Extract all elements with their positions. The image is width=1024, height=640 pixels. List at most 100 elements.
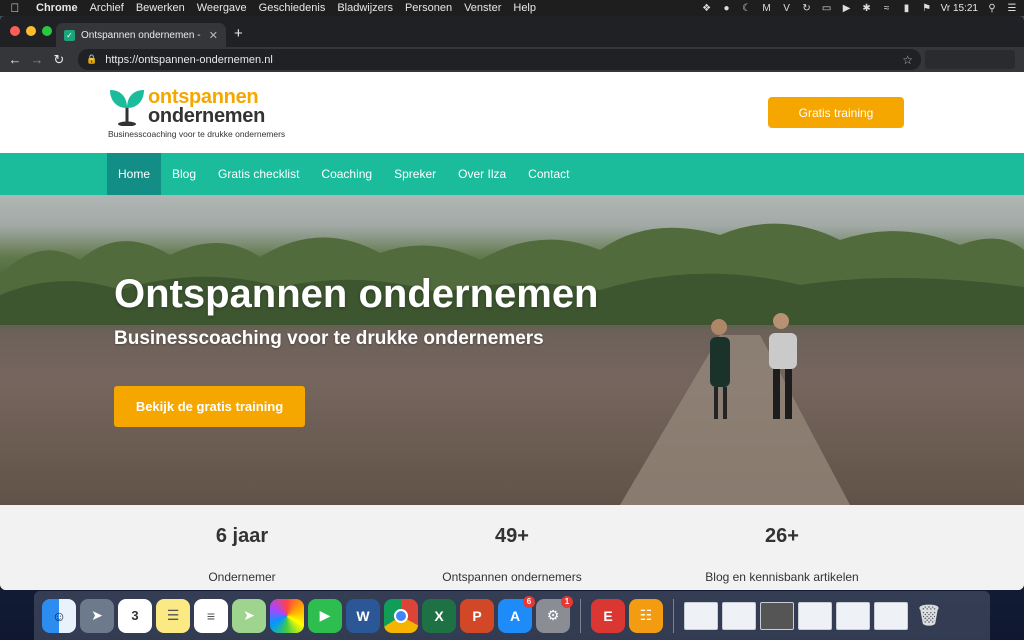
nav-contact[interactable]: Contact	[517, 153, 580, 195]
system-preferences-icon[interactable]: ⚙ 1	[536, 595, 573, 633]
vpn-icon[interactable]: V	[781, 3, 793, 14]
maps-icon[interactable]: ➤	[232, 598, 266, 633]
menu-help[interactable]: Help	[507, 0, 542, 16]
word-icon[interactable]: W	[346, 598, 380, 633]
tab-title: Ontspannen ondernemen - Bus	[81, 29, 203, 41]
browser-tab-active[interactable]: ✓ Ontspannen ondernemen - Bus ✕	[56, 23, 226, 47]
menu-venster[interactable]: Venster	[458, 0, 507, 16]
calendar-day: 3	[131, 608, 139, 623]
nav-coaching[interactable]: Coaching	[310, 153, 383, 195]
tab-close-icon[interactable]: ✕	[209, 29, 218, 42]
flag-nl-icon[interactable]: ⚑	[921, 3, 933, 14]
minimized-window-thumbnail[interactable]	[722, 601, 756, 630]
stat-ondernemer: 6 jaar Ondernemer	[132, 505, 352, 584]
malwarebytes-icon[interactable]: M	[761, 3, 773, 14]
chrome-icon[interactable]	[384, 598, 418, 633]
trash-icon[interactable]: 🗑	[912, 599, 946, 633]
address-bar-url[interactable]: https://ontspannen-ondernemen.nl	[105, 54, 902, 66]
minimized-window-thumbnail[interactable]	[684, 601, 718, 630]
minimized-window-thumbnail[interactable]	[874, 601, 908, 630]
calendar-icon[interactable]: 3	[118, 598, 152, 633]
stat-number: 6 jaar	[215, 525, 269, 547]
minimized-window-thumbnail[interactable]	[836, 601, 870, 630]
menu-bewerken[interactable]: Bewerken	[130, 0, 191, 16]
tab-strip: ✓ Ontspannen ondernemen - Bus ✕ +	[0, 16, 1024, 47]
notes-icon[interactable]: ☰	[156, 598, 190, 633]
expressvpn-icon[interactable]: E	[591, 598, 625, 633]
wifi-icon[interactable]: ≈	[881, 3, 893, 14]
forward-icon[interactable]: →	[26, 52, 48, 67]
books-icon[interactable]: ☷	[629, 598, 663, 633]
macos-dock: ☺ ➤ 3 ☰ ≡ ➤ ▶ W X P A6 ⚙ 1 E ☷ 🗑	[34, 591, 990, 640]
zoom-window-button[interactable]	[42, 26, 52, 36]
site-logo[interactable]: ontspannen ondernemen Businesscoaching v…	[108, 86, 288, 142]
extensions-area[interactable]	[925, 50, 1015, 69]
logo-text-line2: ondernemen	[148, 105, 266, 127]
stat-ontspannen-ondernemers: 49+ Ontspannen ondernemers	[402, 505, 622, 584]
system-preferences-badge: 1	[561, 595, 573, 608]
stat-label: Blog en kennisbank artikelen	[705, 570, 859, 584]
nav-home[interactable]: Home	[107, 153, 162, 195]
address-bar[interactable]: 🔒 https://ontspannen-ondernemen.nl ☆	[78, 49, 921, 70]
close-window-button[interactable]	[10, 26, 20, 36]
minimize-window-button[interactable]	[26, 26, 36, 36]
menubar-status-area: ❖ ● ☾ M V ↻ ▭ ▶ ✱ ≈ ▮ ⚑ Vr 15:21 ⚲ ☰	[701, 0, 1018, 16]
back-icon[interactable]: ←	[4, 52, 26, 67]
lock-icon[interactable]: 🔒	[86, 54, 97, 65]
hero-title: Ontspannen ondernemen	[114, 272, 599, 316]
facetime-icon[interactable]: ▶	[308, 598, 342, 633]
hero-overlay	[0, 195, 1024, 505]
stat-label: Ontspannen ondernemers	[442, 570, 582, 584]
apple-menu-icon[interactable]: 	[0, 1, 30, 15]
excel-icon[interactable]: X	[422, 598, 456, 633]
battery-icon[interactable]: ▮	[901, 3, 913, 14]
nav-over-ilza[interactable]: Over Ilza	[447, 153, 517, 195]
stat-number: 26+	[765, 525, 799, 547]
logo-tagline: Businesscoaching voor te drukke ondernem…	[108, 129, 286, 139]
minimized-window-thumbnail[interactable]	[760, 601, 794, 630]
stat-label: Ondernemer	[208, 570, 276, 584]
hero-section: Ontspannen ondernemen Businesscoaching v…	[0, 195, 1024, 505]
app-store-icon[interactable]: A6	[498, 595, 535, 633]
hero-subtitle: Businesscoaching voor te drukke ondernem…	[114, 328, 544, 349]
launchpad-icon[interactable]: ➤	[80, 598, 114, 633]
window-controls	[10, 26, 52, 36]
reload-icon[interactable]: ↻	[48, 52, 70, 68]
spotlight-search-icon[interactable]: ⚲	[986, 3, 998, 14]
menubar-clock[interactable]: Vr 15:21	[941, 3, 978, 14]
menu-app-name[interactable]: Chrome	[30, 0, 84, 16]
powerpoint-icon[interactable]: P	[460, 598, 494, 633]
minimized-window-thumbnail[interactable]	[798, 601, 832, 630]
nav-spreker[interactable]: Spreker	[383, 153, 447, 195]
menu-bladwijzers[interactable]: Bladwijzers	[331, 0, 399, 16]
macos-menubar:  Chrome Archief Bewerken Weergave Gesch…	[0, 0, 1024, 16]
menu-geschiedenis[interactable]: Geschiedenis	[253, 0, 332, 16]
stats-section: 6 jaar Ondernemer 49+ Ontspannen onderne…	[0, 505, 1024, 590]
header-gratis-training-button[interactable]: Gratis training	[768, 97, 904, 128]
leaf-logo-icon	[110, 90, 144, 126]
volume-icon[interactable]: ▶	[841, 3, 853, 14]
sync-icon[interactable]: ↻	[801, 3, 813, 14]
menu-personen[interactable]: Personen	[399, 0, 458, 16]
menu-archief[interactable]: Archief	[84, 0, 130, 16]
reminders-icon[interactable]: ≡	[194, 598, 228, 633]
nav-blog[interactable]: Blog	[161, 153, 207, 195]
airplay-icon[interactable]: ▭	[821, 3, 833, 14]
notification-center-icon[interactable]: ☰	[1006, 3, 1018, 14]
photos-icon[interactable]	[270, 598, 304, 633]
menu-weergave[interactable]: Weergave	[191, 0, 253, 16]
hero-cta-button[interactable]: Bekijk de gratis training	[114, 386, 305, 427]
site-header: ontspannen ondernemen Businesscoaching v…	[0, 72, 1024, 153]
browser-toolbar: ← → ↻ 🔒 https://ontspannen-ondernemen.nl…	[0, 47, 1024, 72]
bluetooth-icon[interactable]: ✱	[861, 3, 873, 14]
stat-blog-artikelen: 26+ Blog en kennisbank artikelen	[672, 505, 892, 584]
dropbox-icon[interactable]: ❖	[701, 3, 713, 14]
moon-icon[interactable]: ☾	[741, 3, 753, 14]
finder-icon[interactable]: ☺	[42, 598, 76, 633]
new-tab-icon[interactable]: +	[234, 25, 243, 42]
creative-cloud-icon[interactable]: ●	[721, 3, 733, 14]
bookmark-star-icon[interactable]: ☆	[902, 53, 913, 67]
nav-gratis-checklist[interactable]: Gratis checklist	[207, 153, 310, 195]
chrome-window: ✓ Ontspannen ondernemen - Bus ✕ + ← → ↻ …	[0, 16, 1024, 590]
stat-number: 49+	[495, 525, 529, 547]
